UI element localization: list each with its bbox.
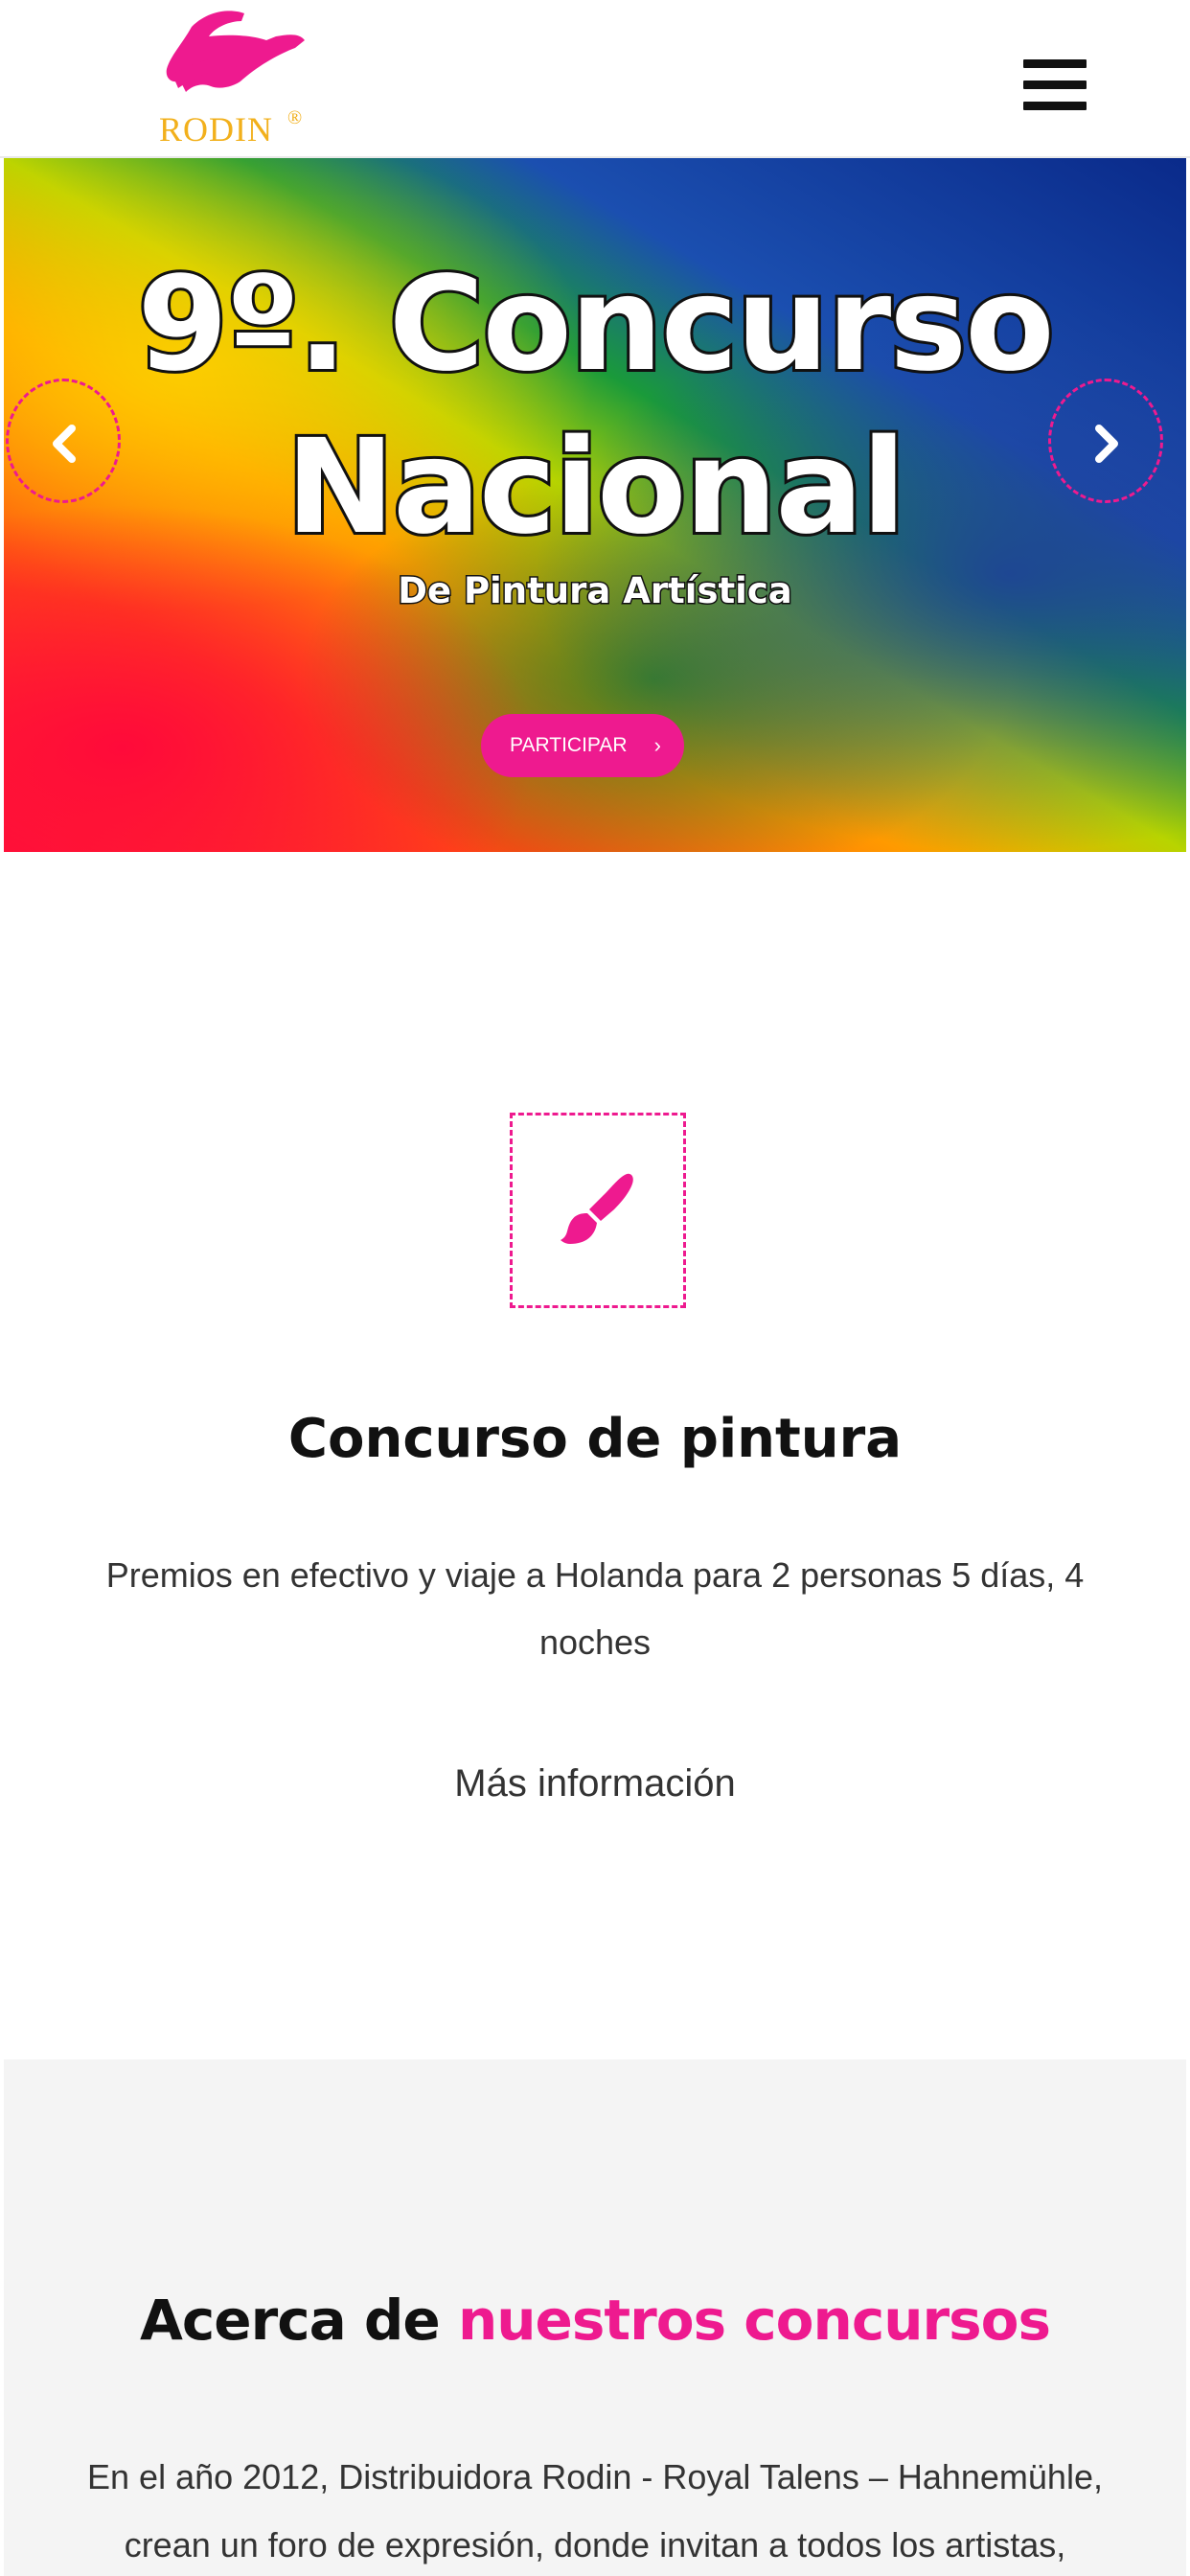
registered-mark: ® (287, 107, 303, 128)
more-info-link[interactable]: Más información (4, 1762, 1186, 1806)
about-title-highlight: nuestros concursos (457, 2288, 1051, 2353)
hero-title-line1: 9º. Concurso (134, 246, 1057, 403)
site-header: RODIN ® (0, 0, 1190, 158)
contest-feature-section: Concurso de pintura Premios en efectivo … (4, 852, 1186, 2059)
rodin-logo[interactable]: RODIN ® (153, 8, 307, 149)
feature-title: Concurso de pintura (287, 1408, 903, 1470)
about-section: Acerca de nuestros concursos En el año 2… (4, 2059, 1186, 2576)
participar-label: PARTICIPAR (510, 734, 628, 756)
about-title: Acerca de nuestros concursos (4, 2288, 1186, 2353)
hamburger-menu-icon[interactable] (1023, 59, 1087, 111)
brush-stroke-logo-icon (166, 11, 305, 92)
hero-title-line2: Nacional (283, 409, 908, 566)
about-description: En el año 2012, Distribuidora Rodin - Ro… (87, 2457, 1103, 2564)
hero-subtitle: De Pintura Artística (397, 569, 794, 613)
participar-button[interactable]: PARTICIPAR › (481, 714, 684, 777)
paintbrush-icon-box (510, 1113, 686, 1308)
feature-description: Premios en efectivo y viaje a Holanda pa… (105, 1555, 1085, 1662)
hero-slider: 9º. Concurso Nacional De Pintura Artísti… (4, 158, 1186, 852)
paintbrush-icon (561, 1173, 633, 1244)
about-title-prefix: Acerca de (139, 2288, 441, 2353)
logo-wordmark: RODIN (159, 110, 273, 149)
chevron-right-small-icon: › (653, 733, 661, 757)
